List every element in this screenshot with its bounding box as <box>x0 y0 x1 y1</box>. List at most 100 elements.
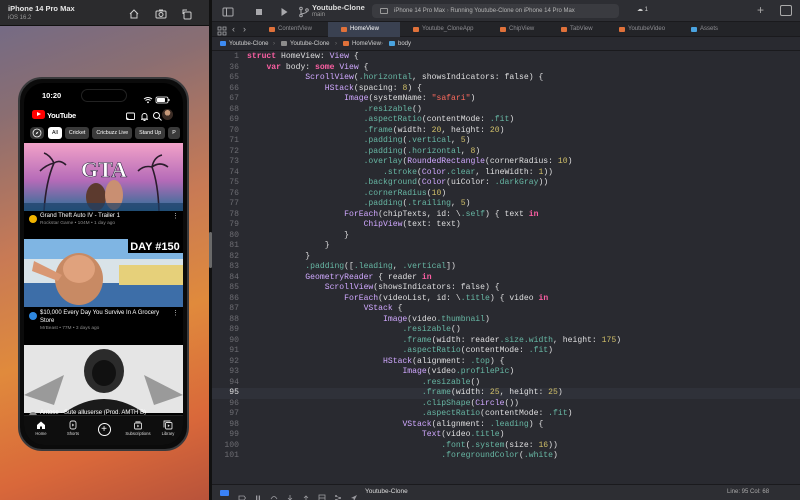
code-line[interactable]: 99 Text(video.title) <box>212 430 800 441</box>
thumbnail-text: GTA <box>81 157 127 182</box>
breadcrumb-symbol[interactable]: body <box>389 37 411 51</box>
tab-shorts[interactable]: Shorts <box>58 420 88 436</box>
video-thumbnail[interactable]: DAY #150 <box>24 239 183 307</box>
user-avatar[interactable] <box>162 109 173 120</box>
code-line[interactable]: 36 var body: some View { <box>212 63 800 74</box>
breakpoints-icon[interactable] <box>238 489 246 500</box>
video-info[interactable]: $10,000 Every Day You Survive In A Groce… <box>24 309 183 339</box>
code-line[interactable]: 78 ForEach(chipTexts, id: \.self) { text… <box>212 210 800 221</box>
code-line[interactable]: 76 .cornerRadius(10) <box>212 189 800 200</box>
tab-contentview[interactable]: ContentView <box>256 22 328 37</box>
code-line[interactable]: 90 .frame(width: reader.size.width, heig… <box>212 336 800 347</box>
tab-tabview[interactable]: TabView <box>548 22 606 37</box>
code-line[interactable]: 97 .aspectRatio(contentMode: .fit) <box>212 409 800 420</box>
code-line[interactable]: 86 ForEach(videoList, id: \.title) { vid… <box>212 294 800 305</box>
line-number: 101 <box>224 451 239 460</box>
tab-youtube-cloneapp[interactable]: Youtube_CloneApp <box>400 22 486 37</box>
run-device: iPhone 14 Pro Max <box>394 8 446 14</box>
code-line[interactable]: 98 VStack(alignment: .leading) { <box>212 420 800 431</box>
more-options-icon[interactable]: ⋮ <box>172 310 179 317</box>
code-line[interactable]: 79 ChipView(text: text) <box>212 220 800 231</box>
step-into-icon[interactable] <box>286 489 294 500</box>
code-line[interactable]: 80 } <box>212 231 800 242</box>
grid-icon[interactable] <box>216 24 228 36</box>
forward-arrow-icon[interactable]: › <box>243 24 255 36</box>
sidebar-toggle-icon[interactable] <box>222 5 234 17</box>
code-line[interactable]: 96 .clipShape(Circle()) <box>212 399 800 410</box>
location-icon[interactable] <box>350 489 358 500</box>
code-line[interactable]: 71 .padding(.vertical, 5) <box>212 136 800 147</box>
code-line[interactable]: 84 GeometryReader { reader in <box>212 273 800 284</box>
code-line[interactable]: 70 .frame(width: 20, height: 20) <box>212 126 800 137</box>
explore-safari-icon[interactable] <box>30 127 44 139</box>
run-status-bar[interactable]: iPhone 14 Pro Max › Running Youtube-Clon… <box>372 4 619 18</box>
chip-stand-up[interactable]: Stand Up <box>135 127 166 139</box>
tab-library[interactable]: Library <box>153 420 183 436</box>
cast-icon[interactable] <box>125 109 136 121</box>
more-options-icon[interactable]: ⋮ <box>172 213 179 220</box>
stop-icon[interactable] <box>253 5 265 17</box>
tab-chipview[interactable]: ChipView <box>487 22 547 37</box>
cloud-icon[interactable]: ☁ 1 <box>637 6 648 13</box>
code-line[interactable]: 85 ScrollView(showsIndicators: false) { <box>212 283 800 294</box>
debug-area-toggle-icon[interactable] <box>220 490 229 496</box>
home-icon[interactable] <box>128 7 140 19</box>
screenshot-icon[interactable] <box>155 7 167 19</box>
tab-homeview[interactable]: HomeView <box>328 22 400 37</box>
step-over-icon[interactable] <box>270 489 278 500</box>
code-line[interactable]: 87 VStack { <box>212 304 800 315</box>
tab-create[interactable]: + <box>89 423 119 436</box>
video-info[interactable]: Grand Theft Auto IV - Trailer 1 Rockstar… <box>24 212 183 242</box>
tab-home[interactable]: Home <box>26 420 56 436</box>
code-line[interactable]: 89 .resizable() <box>212 325 800 336</box>
step-out-icon[interactable] <box>302 489 310 500</box>
code-line-current[interactable]: 95 .frame(width: 25, height: 25) <box>212 388 800 399</box>
tab-assets[interactable]: Assets <box>678 22 734 37</box>
channel-avatar[interactable] <box>29 215 37 223</box>
code-line[interactable]: 94 .resizable() <box>212 378 800 389</box>
code-line[interactable]: 82 } <box>212 252 800 263</box>
code-line[interactable]: 66 HStack(spacing: 8) { <box>212 84 800 95</box>
code-editor[interactable]: 1 struct HomeView: View {36 var body: som… <box>212 51 800 484</box>
memory-graph-icon[interactable] <box>334 489 342 500</box>
code-line[interactable]: 69 .aspectRatio(contentMode: .fit) <box>212 115 800 126</box>
code-line[interactable]: 65 ScrollView(.horizontal, showsIndicato… <box>212 73 800 84</box>
code-line[interactable]: 100 .font(.system(size: 16)) <box>212 441 800 452</box>
notifications-bell-icon[interactable] <box>139 109 150 121</box>
run-icon[interactable] <box>278 5 290 17</box>
code-line[interactable]: 81 } <box>212 241 800 252</box>
view-hierarchy-icon[interactable] <box>318 489 326 500</box>
code-text: ScrollView(.horizontal, showsIndicators:… <box>305 73 544 82</box>
code-line[interactable]: 77 .padding(.trailing, 5) <box>212 199 800 210</box>
tab-youtubevideo[interactable]: YoutubeVideo <box>606 22 678 37</box>
chip-cricket[interactable]: Cricket <box>64 127 90 139</box>
code-line[interactable]: 75 .background(Color(uiColor: .darkGray)… <box>212 178 800 189</box>
inspector-toggle-icon[interactable] <box>780 5 792 16</box>
code-line[interactable]: 68 .resizable() <box>212 105 800 116</box>
breadcrumb-file[interactable]: HomeView <box>343 37 381 51</box>
video-thumbnail[interactable]: GTA <box>24 143 183 211</box>
add-icon[interactable]: + <box>757 3 764 17</box>
code-line[interactable]: 101 .foregroundColor(.white) <box>212 451 800 462</box>
code-line[interactable]: 73 .overlay(RoundedRectangle(cornerRadiu… <box>212 157 800 168</box>
chip-cricbuzz-live[interactable]: Cricbuzz Live <box>92 127 133 139</box>
breadcrumb-folder[interactable]: Youtube-Clone <box>281 37 329 51</box>
code-line[interactable]: 74 .stroke(Color.clear, lineWidth: 1)) <box>212 168 800 179</box>
code-line[interactable]: 92 HStack(alignment: .top) { <box>212 357 800 368</box>
code-line[interactable]: 67 Image(systemName: "safari") <box>212 94 800 105</box>
video-thumbnail[interactable] <box>24 345 183 413</box>
code-line[interactable]: 91 .aspectRatio(contentMode: .fit) <box>212 346 800 357</box>
chip-all[interactable]: All <box>48 127 62 139</box>
code-line[interactable]: 88 Image(video.thumbnail) <box>212 315 800 326</box>
chip-partial[interactable]: P <box>168 127 180 139</box>
channel-avatar[interactable] <box>29 312 37 320</box>
code-line[interactable]: 93 Image(video.profilePic) <box>212 367 800 378</box>
code-line[interactable]: 1 struct HomeView: View { <box>212 52 800 63</box>
code-line[interactable]: 72 .padding(.horizontal, 8) <box>212 147 800 158</box>
code-line[interactable]: 83 .padding([.leading, .vertical]) <box>212 262 800 273</box>
tab-subscriptions[interactable]: Subscriptions <box>120 420 156 436</box>
pause-icon[interactable] <box>254 489 262 500</box>
rotate-icon[interactable] <box>181 7 193 20</box>
home-icon <box>37 421 45 429</box>
breadcrumb-project[interactable]: Youtube-Clone <box>220 37 268 51</box>
